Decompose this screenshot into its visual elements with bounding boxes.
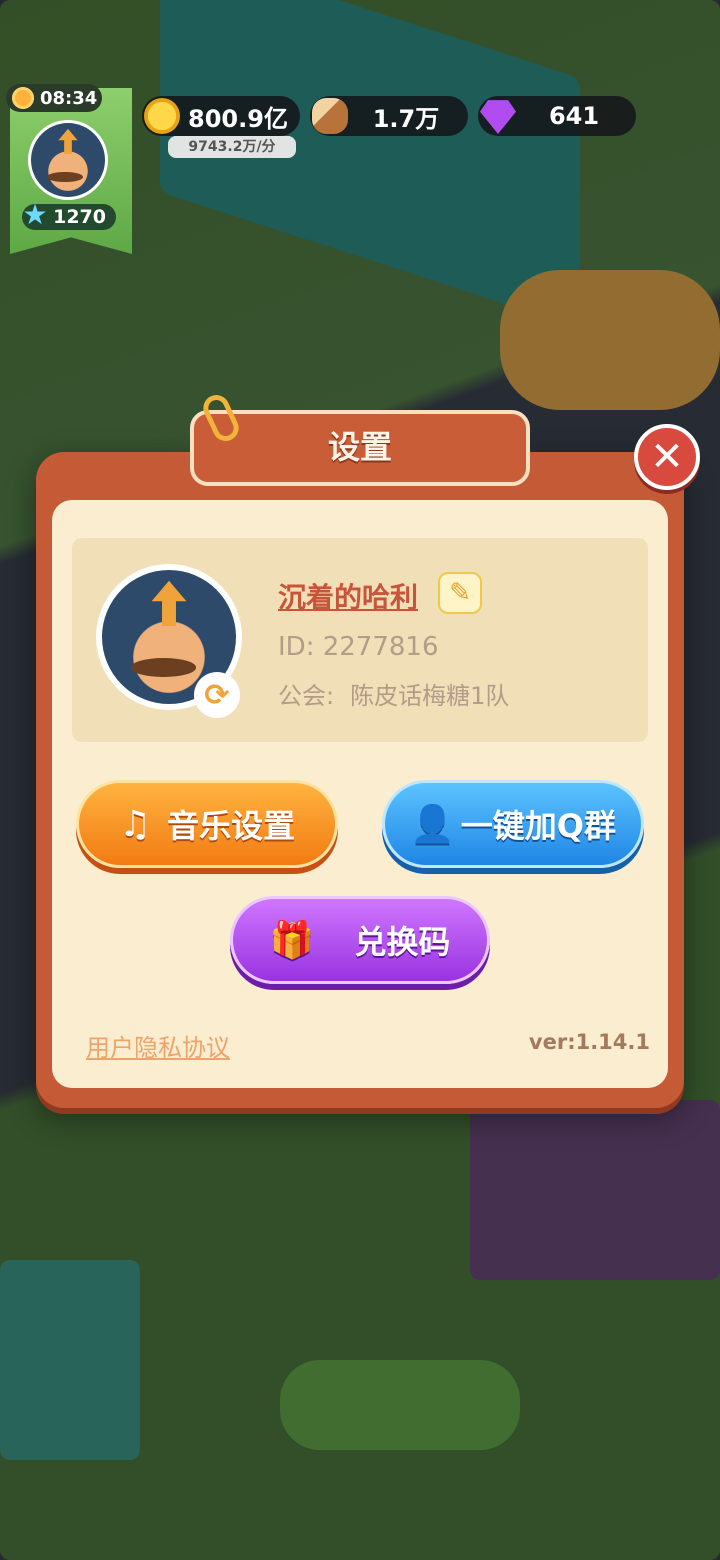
star-icon: ★ [22, 198, 48, 231]
clock-time: 08:34 [40, 87, 98, 109]
edit-name-button[interactable]: ✎ [438, 572, 482, 614]
join-qq-group-button[interactable]: 👤 一键加Q群 [382, 780, 644, 868]
wood-counter[interactable]: 1.7万 [310, 96, 468, 136]
coin-counter[interactable]: 800.9亿 [142, 96, 300, 136]
coin-rate: 9743.2万/分 [168, 136, 296, 158]
redeem-code-label: 兑换码 [354, 923, 451, 961]
user-icon: 👤 [409, 804, 455, 845]
close-button[interactable]: ✕ [634, 424, 700, 490]
hud-avatar[interactable] [28, 120, 108, 200]
avatar-face [31, 123, 105, 197]
music-settings-button[interactable]: ♫ 音乐设置 [76, 780, 338, 868]
refresh-icon[interactable]: ⟳ [194, 672, 240, 718]
redeem-code-button[interactable]: 🎁 兑换码 [230, 896, 490, 984]
dialog-title: 设置 [190, 410, 530, 486]
pencil-icon: ✎ [449, 578, 471, 608]
coin-icon [144, 98, 180, 134]
gem-counter[interactable]: 641 [478, 96, 636, 136]
wood-log-icon [312, 98, 348, 134]
join-qq-group-label: 一键加Q群 [460, 807, 617, 845]
close-icon: ✕ [650, 434, 684, 480]
guild-name: 陈皮话梅糖1队 [350, 682, 510, 710]
music-settings-label: 音乐设置 [167, 807, 296, 845]
guild-info: 公会: 陈皮话梅糖1队 [278, 676, 509, 711]
privacy-policy-link[interactable]: 用户隐私协议 [86, 1028, 230, 1063]
guild-label: 公会: [278, 682, 335, 710]
level-value: 1270 [53, 206, 106, 228]
game-clock: 08:34 [6, 84, 102, 112]
version-label: ver:1.14.1 [528, 1030, 650, 1054]
gift-icon: 🎁 [269, 920, 315, 961]
music-note-icon: ♫ [118, 803, 152, 845]
sun-icon [12, 87, 34, 109]
player-nickname: 沉着的哈利 [278, 581, 419, 614]
player-id: ID: 2277816 [278, 632, 439, 662]
